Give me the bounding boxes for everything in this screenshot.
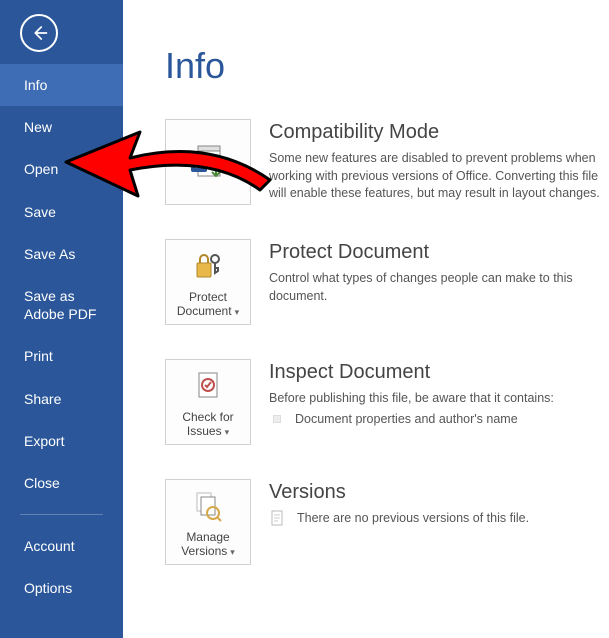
- nav-account[interactable]: Account: [0, 525, 123, 567]
- nav-close[interactable]: Close: [0, 462, 123, 504]
- convert-button[interactable]: W: [165, 119, 251, 205]
- manage-versions-button[interactable]: Manage Versions▾: [165, 479, 251, 565]
- protect-btn-label: Protect Document: [177, 290, 232, 318]
- page-title: Info: [165, 45, 609, 87]
- manage-versions-btn-label: Manage Versions: [181, 530, 229, 558]
- nav-separator: [20, 514, 103, 515]
- dropdown-caret-icon: ▾: [235, 307, 240, 318]
- versions-line: There are no previous versions of this f…: [269, 510, 529, 526]
- document-versions-icon: [191, 489, 225, 523]
- protect-document-button[interactable]: Protect Document▾: [165, 239, 251, 325]
- nav-save-as[interactable]: Save As: [0, 233, 123, 275]
- versions-section: Manage Versions▾ Versions There are no p…: [165, 479, 609, 565]
- svg-text:W: W: [194, 159, 205, 171]
- compatibility-title: Compatibility Mode: [269, 121, 609, 144]
- word-convert-icon: W: [188, 142, 228, 182]
- protect-title: Protect Document: [269, 241, 609, 264]
- nav-info[interactable]: Info: [0, 64, 123, 106]
- protect-desc: Control what types of changes people can…: [269, 270, 609, 305]
- inspect-title: Inspect Document: [269, 361, 554, 384]
- document-small-icon: [269, 510, 285, 526]
- back-button[interactable]: [20, 14, 58, 52]
- inspect-desc: Before publishing this file, be aware th…: [269, 390, 554, 408]
- bullet-icon: [273, 415, 281, 423]
- back-arrow-icon: [30, 24, 48, 42]
- backstage-sidebar: Info New Open Save Save As Save as Adobe…: [0, 0, 123, 638]
- inspect-bullet: Document properties and author's name: [269, 412, 554, 426]
- nav-export[interactable]: Export: [0, 420, 123, 462]
- nav-new[interactable]: New: [0, 106, 123, 148]
- nav-options[interactable]: Options: [0, 567, 123, 609]
- inspect-bullet-text: Document properties and author's name: [295, 412, 518, 426]
- compatibility-desc: Some new features are disabled to preven…: [269, 150, 609, 203]
- lock-key-icon: [191, 249, 225, 283]
- versions-text: There are no previous versions of this f…: [297, 511, 529, 525]
- nav-open[interactable]: Open: [0, 148, 123, 190]
- nav-save-adobe-pdf[interactable]: Save as Adobe PDF: [0, 275, 123, 335]
- inspect-section: Check for Issues▾ Inspect Document Befor…: [165, 359, 609, 445]
- nav-share[interactable]: Share: [0, 378, 123, 420]
- versions-title: Versions: [269, 481, 529, 504]
- nav-print[interactable]: Print: [0, 335, 123, 377]
- check-issues-button[interactable]: Check for Issues▾: [165, 359, 251, 445]
- compatibility-section: W Compatibility Mode Some new features a…: [165, 119, 609, 205]
- info-pane: Info W Compatibility Mode Some new featu…: [123, 0, 609, 638]
- nav-save[interactable]: Save: [0, 191, 123, 233]
- dropdown-caret-icon: ▾: [225, 427, 230, 438]
- protect-section: Protect Document▾ Protect Document Contr…: [165, 239, 609, 325]
- document-check-icon: [191, 369, 225, 403]
- dropdown-caret-icon: ▾: [230, 547, 235, 558]
